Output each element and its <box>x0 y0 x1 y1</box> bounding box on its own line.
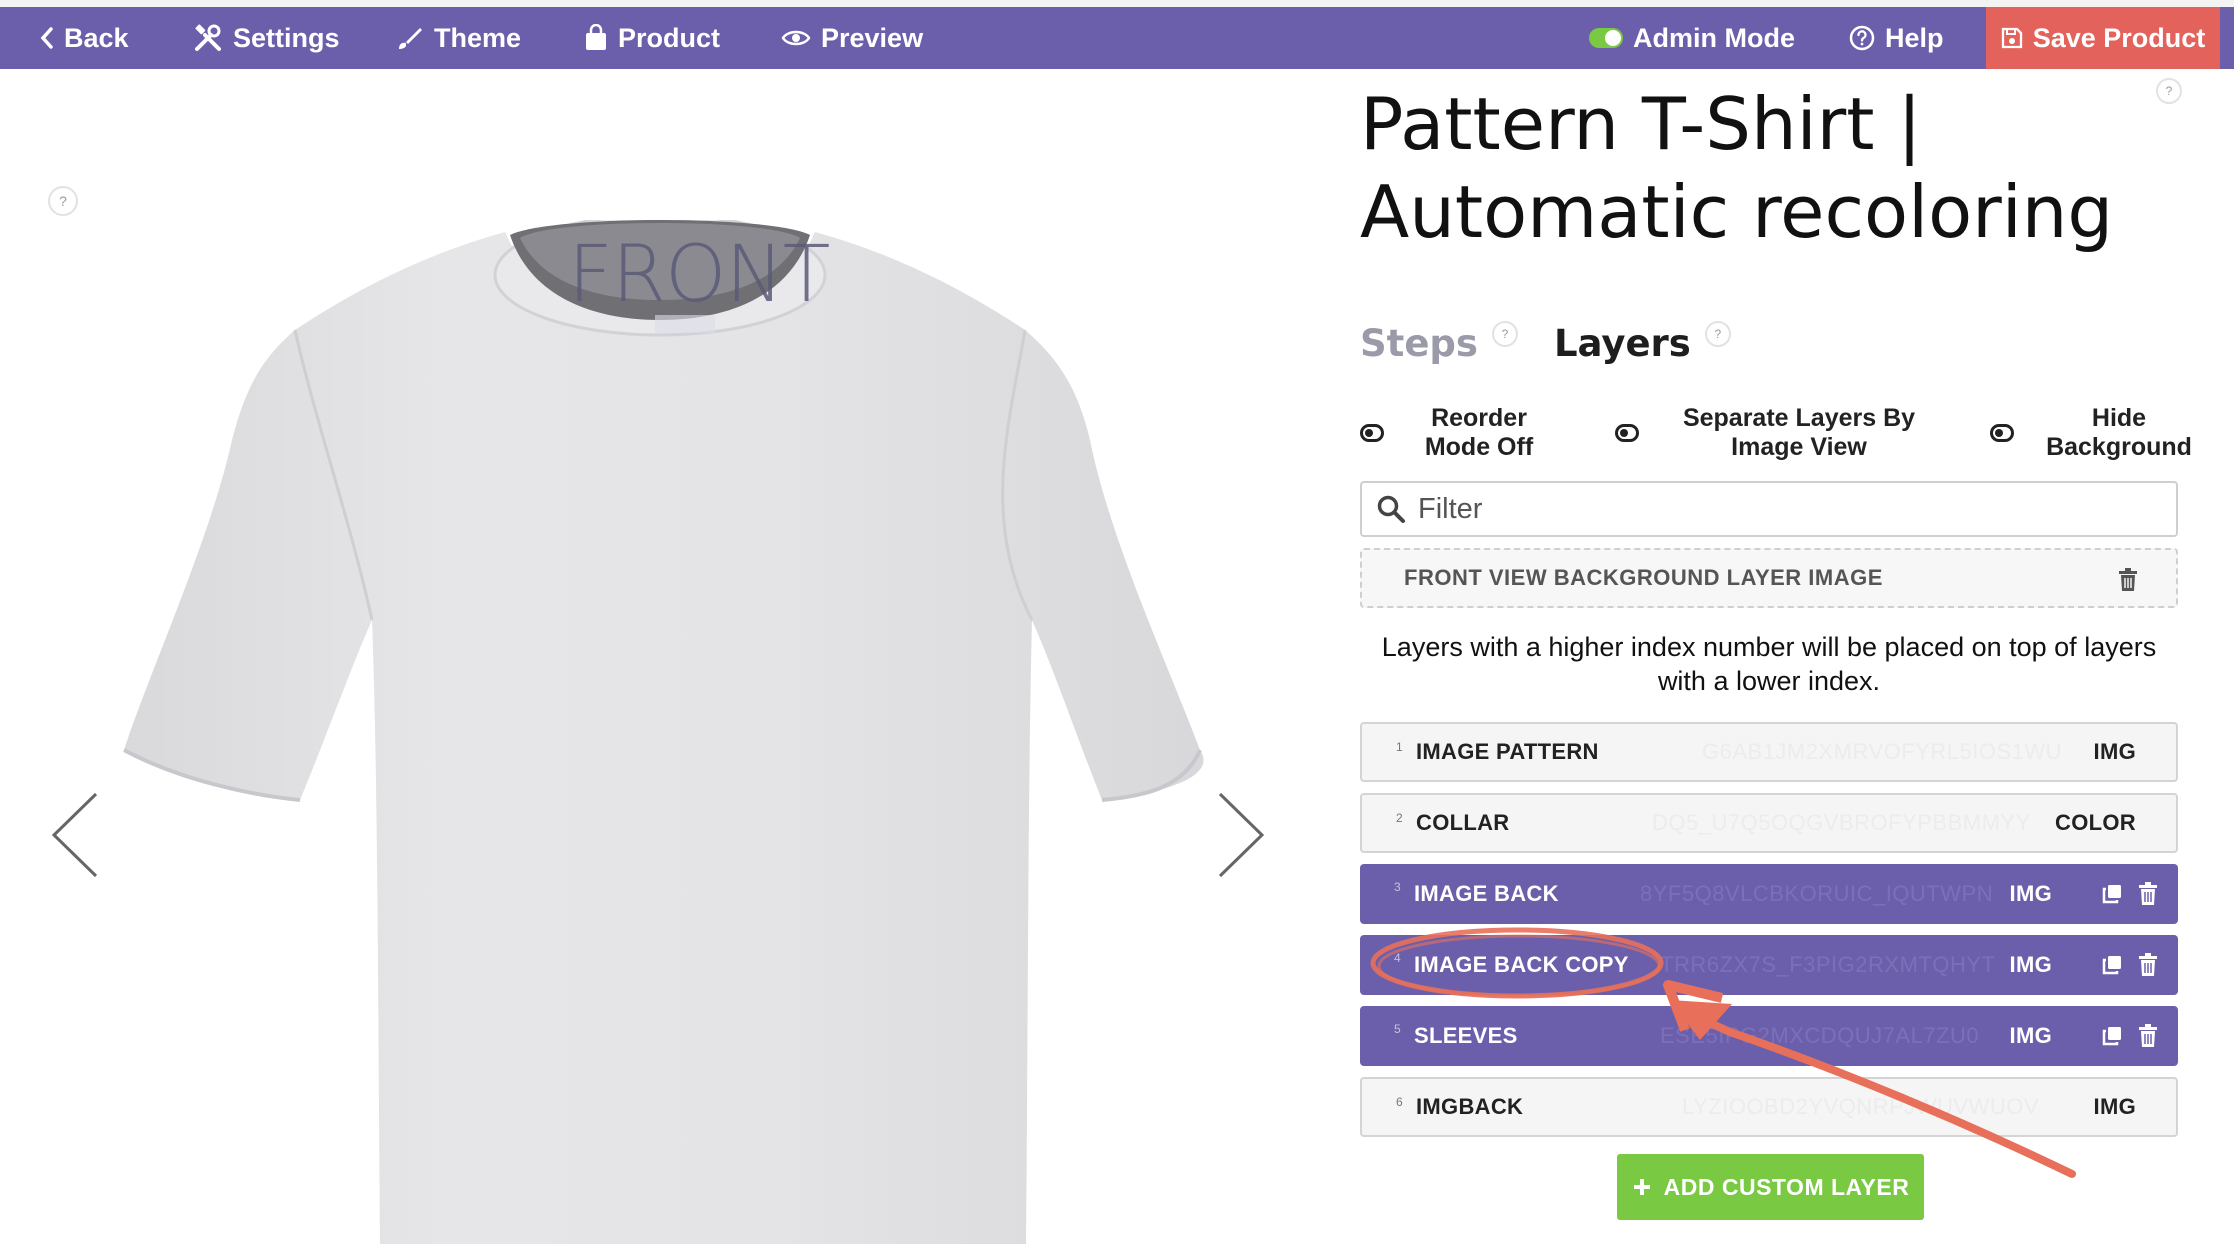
duplicate-icon[interactable] <box>2102 955 2122 975</box>
layer-code: ESE5IPG2MXCDQUJ7AL7ZU0 <box>1660 1023 1980 1048</box>
layer-code: G6AB1JM2XMRVOFYRL5IOS1WU <box>1702 739 2063 764</box>
layer-row[interactable]: 5 SLEEVES ESE5IPG2MXCDQUJ7AL7ZU0 IMG <box>1360 1006 2178 1066</box>
toggle-off-icon <box>1615 424 1639 442</box>
layer-code: LYZIOOBD2YVQNRPJWUVWUOV <box>1682 1094 2040 1119</box>
previous-view-arrow-icon[interactable] <box>50 790 100 880</box>
layer-name: IMAGE BACK COPY <box>1414 952 1629 977</box>
trash-icon[interactable] <box>2138 953 2158 977</box>
floppy-disk-icon <box>2001 27 2022 49</box>
shopping-bag-icon <box>586 24 606 50</box>
layer-type: IMG <box>2009 1023 2052 1048</box>
eye-icon <box>781 30 811 46</box>
admin-mode-label: Admin Mode <box>1633 22 1795 53</box>
back-label: Back <box>64 22 129 53</box>
chevron-left-icon <box>40 27 53 49</box>
duplicate-icon[interactable] <box>2102 884 2122 904</box>
layer-type: IMG <box>2093 1094 2136 1119</box>
product-label: Product <box>618 22 721 53</box>
layer-row[interactable]: 2 COLLAR DQ5_U7Q5OQGVBROFYPBBMMYY COLOR <box>1360 793 2178 853</box>
steps-help-icon[interactable]: ? <box>1491 320 1518 347</box>
layer-order-info: Layers with a higher index number will b… <box>1381 632 2157 696</box>
layer-row[interactable]: 4 IMAGE BACK COPY TRR6ZX7S_F3PIG2RXMTQHY… <box>1360 935 2178 995</box>
theme-label: Theme <box>434 22 522 53</box>
layer-type: IMG <box>2009 952 2052 977</box>
tab-steps[interactable]: Steps <box>1360 322 1478 365</box>
help-button[interactable]: Help <box>1849 7 1944 69</box>
toggle-off-icon <box>1360 424 1384 442</box>
filter-input[interactable] <box>1418 492 2118 526</box>
settings-label: Settings <box>233 22 340 53</box>
background-layer-item[interactable]: FRONT VIEW BACKGROUND LAYER IMAGE <box>1360 548 2178 608</box>
preview-button[interactable]: Preview <box>781 7 923 69</box>
layer-row[interactable]: 6 IMGBACK LYZIOOBD2YVQNRPJWUVWUOV IMG <box>1360 1077 2178 1137</box>
layer-index: 3 <box>1394 880 1401 894</box>
layer-row[interactable]: 3 IMAGE BACK 8YF5Q8VLCBKORUIC_IQUTWPN IM… <box>1360 864 2178 924</box>
product-title: Pattern T-Shirt | Automatic recoloring <box>1360 82 2114 254</box>
layer-index: 4 <box>1394 951 1401 965</box>
save-product-button[interactable]: Save Product <box>1986 7 2220 69</box>
trash-icon[interactable] <box>2118 568 2138 592</box>
reorder-mode-label: Reorder Mode Off <box>1424 404 1534 461</box>
tools-icon <box>195 24 221 51</box>
layer-name: COLLAR <box>1416 810 1510 835</box>
hide-background-toggle[interactable]: Hide Background <box>1990 404 2194 462</box>
layers-help-icon[interactable]: ? <box>1704 320 1731 347</box>
layer-index: 2 <box>1396 811 1403 825</box>
layer-index: 5 <box>1394 1022 1401 1036</box>
hide-background-label: Hide Background <box>2046 404 2192 461</box>
separate-layers-label: Separate Layers By Image View <box>1682 404 1916 461</box>
layer-type: COLOR <box>2055 810 2136 835</box>
layer-name: IMAGE BACK <box>1414 881 1559 906</box>
admin-mode-toggle[interactable]: Admin Mode <box>1589 7 1795 69</box>
top-navigation-bar: Back Settings Theme Product Preview Admi… <box>0 7 2234 69</box>
duplicate-icon[interactable] <box>2102 1026 2122 1046</box>
filter-field <box>1360 481 2178 537</box>
product-button[interactable]: Product <box>584 7 720 69</box>
layer-index: 6 <box>1396 1095 1403 1109</box>
top-edge <box>0 0 2234 7</box>
toggle-on-icon <box>1589 28 1623 48</box>
help-label: Help <box>1885 22 1944 53</box>
save-product-label: Save Product <box>2032 22 2206 53</box>
layer-code: TRR6ZX7S_F3PIG2RXMTQHYT <box>1660 952 1996 977</box>
preview-label: Preview <box>821 22 924 53</box>
layer-row[interactable]: 1 IMAGE PATTERN G6AB1JM2XMRVOFYRL5IOS1WU… <box>1360 722 2178 782</box>
layer-code: DQ5_U7Q5OQGVBROFYPBBMMYY <box>1652 810 2031 835</box>
next-view-arrow-icon[interactable] <box>1216 790 1266 880</box>
preview-help-icon[interactable]: ? <box>48 186 78 216</box>
layer-name: SLEEVES <box>1414 1023 1518 1048</box>
view-label: FRONT <box>568 230 830 320</box>
settings-button[interactable]: Settings <box>193 7 340 69</box>
add-custom-layer-label: ADD CUSTOM LAYER <box>1663 1173 1910 1200</box>
background-layer-label: FRONT VIEW BACKGROUND LAYER IMAGE <box>1404 565 1883 590</box>
paintbrush-icon <box>399 28 422 49</box>
layer-name: IMAGE PATTERN <box>1416 739 1599 764</box>
reorder-mode-toggle[interactable]: Reorder Mode Off <box>1360 404 1544 462</box>
theme-button[interactable]: Theme <box>396 7 521 69</box>
toggle-off-icon <box>1990 424 2014 442</box>
add-custom-layer-button[interactable]: ADD CUSTOM LAYER <box>1617 1154 1924 1220</box>
layer-type: IMG <box>2009 881 2052 906</box>
search-icon <box>1377 495 1405 523</box>
separate-layers-toggle[interactable]: Separate Layers By Image View <box>1615 404 1929 462</box>
tab-layers[interactable]: Layers <box>1554 322 1691 365</box>
layer-code: 8YF5Q8VLCBKORUIC_IQUTWPN <box>1640 881 1994 906</box>
back-button[interactable]: Back <box>40 7 129 69</box>
plus-icon <box>1633 1179 1650 1195</box>
layer-index: 1 <box>1396 740 1403 754</box>
question-circle-icon <box>1849 25 1875 51</box>
layer-name: IMGBACK <box>1416 1094 1524 1119</box>
panel-tabs: Steps ? Layers ? <box>1360 320 1731 365</box>
trash-icon[interactable] <box>2138 882 2158 906</box>
tshirt-image <box>123 220 1204 1244</box>
layer-type: IMG <box>2093 739 2136 764</box>
trash-icon[interactable] <box>2138 1024 2158 1048</box>
layer-options: Reorder Mode Off Separate Layers By Imag… <box>1360 404 2192 464</box>
